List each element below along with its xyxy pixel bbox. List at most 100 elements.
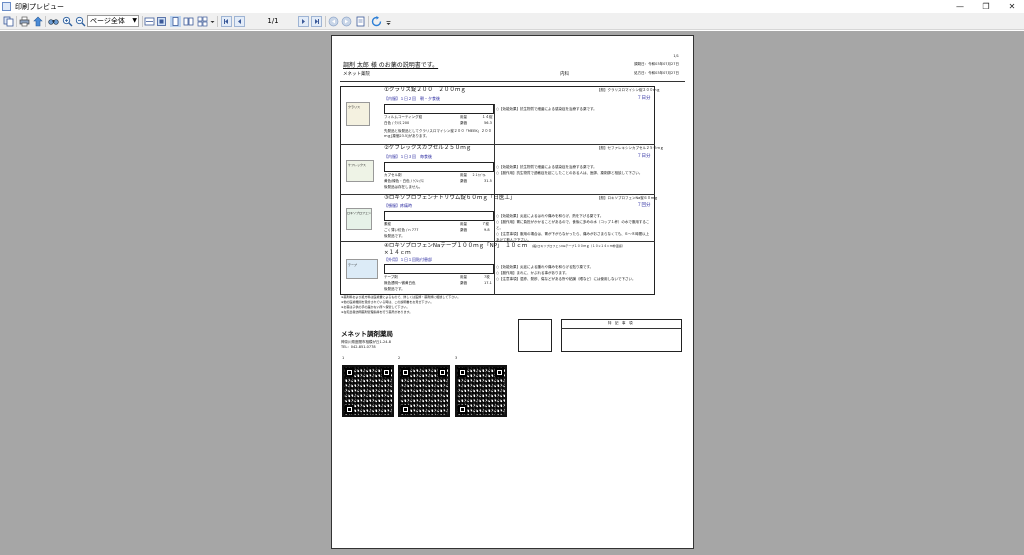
qr-code-2: [398, 365, 450, 417]
drug-dosage-3: 【頓服】疼痛時: [384, 203, 412, 208]
prev-page-icon[interactable]: [234, 16, 245, 27]
drug-form-4: テープ剤: [384, 275, 398, 279]
drug-effects-3: ○【効能効果】炎症によるはれや痛みを和らげ、熱を下げる薬です。 ○【副作用】胃に…: [496, 214, 650, 242]
close-icon[interactable]: ✕: [998, 0, 1024, 13]
special-notes-label: 特 記 事 項: [608, 321, 633, 325]
document-heading: 調剤 太郎 様 のお薬の説明書です。: [343, 62, 439, 69]
drug-image-label-2: ケフレックス: [348, 163, 366, 167]
window-title: 印刷プレビュー: [15, 2, 64, 11]
back-icon[interactable]: [328, 16, 339, 27]
footnote-2: ※他の医療機関を受診されている時は、この説明書をお見せ下さい。: [341, 300, 434, 304]
drug-price-label-2: 薬価: [460, 179, 467, 183]
issue-date: 処方日：令和03年07月27日: [634, 71, 679, 75]
drug-name-2: ②ケフレックスカプセル２５０ｍｇ: [384, 145, 472, 151]
forward-icon[interactable]: [341, 16, 352, 27]
page-number: 1/1: [673, 54, 679, 58]
drug-image-label-1: クラリス: [348, 105, 361, 109]
drug-generic-2: 【般】セファレキシンカプセル２５０ｍｇ: [597, 146, 664, 150]
drug-name-1: ①クラリス錠２００ ２００ｍｇ: [384, 87, 466, 93]
page-width-icon[interactable]: [144, 16, 155, 27]
next-page-icon[interactable]: [298, 16, 309, 27]
drug-note-4: 後発品です。: [384, 287, 405, 291]
drug-image-label-4: テープ: [348, 263, 357, 267]
drug-note-3: 後発品です。: [384, 234, 405, 238]
zoom-out-icon[interactable]: [75, 16, 86, 27]
qr-label-3: 3: [455, 356, 458, 360]
drug-price-label-4: 薬価: [460, 281, 467, 285]
title-bar: 印刷プレビュー — ❐ ✕: [0, 0, 1024, 13]
footnote-3: ※お薬は子供の手の届かない所へ保管して下さい。: [341, 305, 410, 309]
pharmacy-name: メネット調剤薬局: [341, 330, 393, 338]
drug-price-2: 31.5: [484, 179, 492, 183]
last-page-icon[interactable]: [311, 16, 322, 27]
zoom-select[interactable]: ページ全体 ▼: [87, 15, 139, 27]
drug-note-1: 先発品と後発品としてクラリスロマイシン錠２００「MEEK」２００ｍｇ[薬価23.…: [384, 129, 492, 138]
drug-price-1: 56.3: [484, 121, 492, 125]
drug-color-4: 無色透明～微黄白色: [384, 281, 416, 285]
zoom-in-icon[interactable]: [62, 16, 73, 27]
drug-generic-3: 【般】ロキソプロフェンNa錠６０ｍｇ: [597, 196, 658, 200]
drug-effects-2: ○【効能効果】抗生物質で細菌による感染症を治療する薬です。 ○【副作用】抗生物質…: [496, 165, 643, 175]
drug-qty-2: ２１ｶﾌﾟｾﾙ: [472, 173, 486, 177]
refresh-icon[interactable]: [371, 16, 382, 27]
department: 内科: [560, 72, 569, 77]
preview-canvas[interactable]: 1/1 調剤 太郎 様 のお薬の説明書です。 調剤日：令和03年07月27日 メ…: [0, 31, 1024, 555]
qr-label-2: 2: [398, 356, 401, 360]
drug-qty-4: 7枚: [484, 275, 490, 279]
drug-qty-1: １４錠: [482, 115, 493, 119]
drug-price-3: 9.8: [484, 228, 490, 232]
app-icon: [2, 2, 11, 11]
qr-code-1: [342, 365, 394, 417]
drug-image-label-3: ロキソプロフェン: [347, 211, 372, 215]
drug-form-3: 素錠: [384, 222, 391, 226]
drug-dosage-4: 【外用】１日１回貼付患部: [384, 257, 432, 262]
minimize-icon[interactable]: —: [946, 0, 974, 13]
drug-dosage-1: 【内服】１日２回 朝・夕食後: [384, 96, 440, 101]
print-icon[interactable]: [19, 16, 30, 27]
page-setup-icon[interactable]: [355, 16, 366, 27]
drug-qty-label-1: 用量: [460, 115, 467, 119]
find-icon[interactable]: [48, 16, 59, 27]
drug-color-3: ごく薄い紅色 / n 777: [384, 228, 419, 232]
drug-form-2: カプセル剤: [384, 173, 402, 177]
multi-page-dropdown-icon[interactable]: [207, 16, 215, 27]
copy-icon[interactable]: [3, 16, 14, 27]
drug-effects-4: ○【効能効果】炎症による腫れや痛みを和らげる貼り薬です。 ○【副作用】まれに、か…: [496, 265, 636, 281]
fit-page-icon[interactable]: [156, 16, 167, 27]
drug-days-3: ７回分: [637, 203, 651, 208]
drug-color-2: 黄色/緑色・白色 / ｹﾌﾚｯｸｽ: [384, 179, 424, 183]
drug-image-4: [346, 259, 378, 279]
restore-icon[interactable]: ❐: [972, 0, 1000, 13]
drug-name-3: ③ロキソプロフェンナトリウム錠６０ｍｇ「日医工」: [384, 195, 516, 201]
drug-form-1: フィルムコーティング錠: [384, 115, 423, 119]
drug-generic-4: (般)ロキソプロフェンNaテープ１００ｍｇ（１０×１４ｃｍ非温感）: [532, 244, 625, 248]
document-page: 1/1 調剤 太郎 様 のお薬の説明書です。 調剤日：令和03年07月27日 メ…: [331, 35, 694, 549]
drug-note-2: 後発品は存在しません。: [384, 185, 423, 189]
drug-qty-label-3: 用量: [460, 222, 467, 226]
toolbar: ページ全体 ▼ 1/1: [0, 13, 1024, 30]
drug-name-4: ④ロキソプロフェンNaテープ１００ｍｇ「NP」 １０ｃｍ×１４ｃｍ: [384, 243, 528, 256]
pharmacy-address: 神奈川県座間市相模が丘1-24-8: [341, 340, 391, 344]
one-page-icon[interactable]: [170, 16, 181, 27]
stamp-box: [518, 319, 552, 352]
drug-price-4: 17.1: [484, 281, 492, 285]
page-indicator[interactable]: 1/1: [258, 16, 288, 27]
qr-label-1: 1: [342, 356, 345, 360]
first-page-icon[interactable]: [221, 16, 232, 27]
drug-qty-3: ７錠: [482, 222, 489, 226]
overflow-menu-icon[interactable]: [383, 16, 391, 27]
footnote-1: ※薬剤料および処方料は医療費によるもので、詳しくは医師・薬剤師に相談して下さい。: [341, 295, 461, 299]
pharmacy-short-name: メネット薬院: [343, 72, 370, 77]
qr-code-3: [455, 365, 507, 417]
drug-qty-label-2: 用量: [460, 173, 467, 177]
pharmacy-tel: TEL：042-851-0778: [341, 345, 376, 349]
two-page-icon[interactable]: [183, 16, 194, 27]
drug-days-2: ７日分: [637, 154, 651, 159]
drug-qty-label-4: 用量: [460, 275, 467, 279]
export-icon[interactable]: [32, 16, 43, 27]
drug-price-label-1: 薬価: [460, 121, 467, 125]
drug-dosage-2: 【内服】１日３回 毎食後: [384, 154, 432, 159]
drug-generic-1: 【般】クラリスロマイシン錠２００ｍｇ: [597, 88, 660, 92]
chevron-down-icon: ▼: [132, 17, 137, 24]
drug-color-1: 白色 / ｸﾗﾘｽ 200: [384, 121, 410, 125]
